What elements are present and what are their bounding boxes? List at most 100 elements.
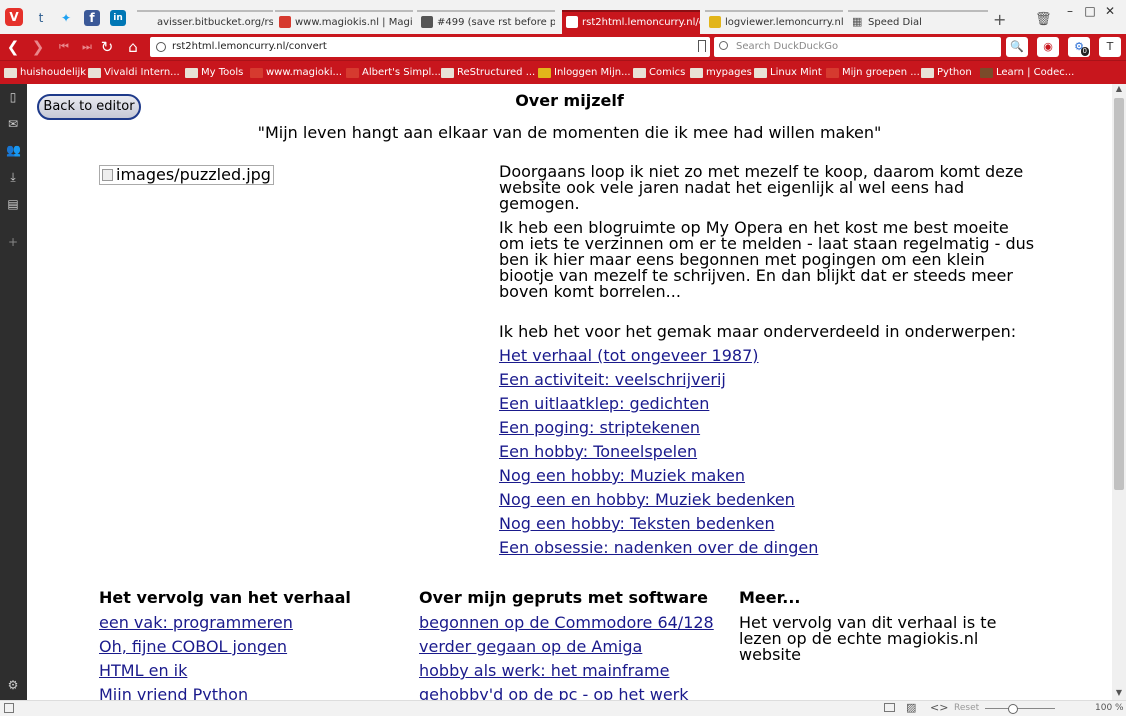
bookmark-label: Linux Mint (770, 67, 822, 78)
topic-link[interactable]: Het verhaal (tot ongeveer 1987) (499, 348, 1039, 364)
bookmark-label: www.magioki... (266, 67, 343, 78)
scroll-up-icon[interactable]: ▲ (1114, 84, 1124, 93)
home-icon[interactable]: ⌂ (124, 38, 142, 56)
story-link[interactable]: Mijn vriend Python (99, 687, 409, 701)
topic-link[interactable]: Nog een hobby: Muziek maken (499, 468, 1039, 484)
tab-magiokis[interactable]: www.magiokis.nl | Magioki (275, 10, 413, 34)
facebook-icon[interactable]: f (84, 10, 100, 26)
bookmarks-panel-icon[interactable]: ▯ (6, 90, 20, 104)
fast-forward-icon[interactable]: ⏭ (78, 38, 96, 56)
toggle-panel-icon[interactable] (4, 703, 14, 713)
bookmark-item[interactable]: My Tools (185, 66, 243, 80)
software-link[interactable]: begonnen op de Commodore 64/128 (419, 615, 729, 631)
groups-icon (826, 68, 839, 78)
topic-link[interactable]: Een uitlaatklep: gedichten (499, 396, 1039, 412)
software-link[interactable]: verder gegaan op de Amiga (419, 639, 729, 655)
contacts-icon[interactable]: 👥 (6, 143, 21, 157)
bookmark-item[interactable]: www.magioki... (250, 66, 342, 80)
bookmark-label: huishoudelijk (20, 67, 87, 78)
bookmark-item[interactable]: Learn | Codec... (980, 66, 1074, 80)
reload-icon[interactable]: ↻ (98, 38, 116, 56)
albert-icon (346, 68, 359, 78)
software-link[interactable]: gehobby'd op de pc - op het werk (419, 687, 729, 701)
topic-link[interactable]: Nog een en hobby: Muziek bedenken (499, 492, 1039, 508)
story-link[interactable]: Oh, fijne COBOL jongen (99, 639, 409, 655)
back-to-editor-button[interactable]: Back to editor (37, 94, 141, 120)
software-link[interactable]: hobby als werk: het mainframe (419, 663, 729, 679)
rewind-icon[interactable]: ⏮ (55, 38, 73, 56)
bookmark-label: Vivaldi Intern... (104, 67, 180, 78)
bookmark-label: Albert's Simpl... (362, 67, 441, 78)
topic-link[interactable]: Een poging: striptekenen (499, 420, 1039, 436)
tab-label: rst2html.lemoncurry.nl/con (582, 17, 700, 28)
page-title: Over mijzelf (515, 91, 624, 110)
tab-issue-499[interactable]: #499 (save rst before previ (417, 10, 555, 34)
tab-speed-dial[interactable]: ▦ Speed Dial (848, 10, 988, 34)
scroll-down-icon[interactable]: ▼ (1114, 688, 1124, 697)
maximize-icon[interactable]: □ (1080, 4, 1100, 18)
story-link[interactable]: een vak: programmeren (99, 615, 409, 631)
settings-gear-icon[interactable]: ⚙ (6, 678, 20, 692)
new-tab-icon[interactable]: + (993, 12, 1007, 28)
tab-avisser[interactable]: avisser.bitbucket.org/rst2h (137, 10, 273, 34)
zoom-reset[interactable]: Reset (954, 703, 979, 713)
bookmark-item[interactable]: Vivaldi Intern... (88, 66, 180, 80)
bookmark-icon[interactable] (698, 40, 706, 52)
topic-link[interactable]: Nog een hobby: Teksten bedenken (499, 516, 1039, 532)
search-field[interactable]: Search DuckDuckGo (714, 37, 1001, 57)
topic-link[interactable]: Een activiteit: veelschrijverij (499, 372, 1039, 388)
zoom-slider[interactable] (985, 708, 1055, 709)
mail-icon[interactable]: ✉ (6, 117, 20, 131)
tab-label: logviewer.lemoncurry.nl/?l (725, 17, 843, 28)
search-placeholder: Search DuckDuckGo (736, 41, 839, 52)
linkedin-icon[interactable]: in (110, 10, 126, 26)
extension-badge-icon[interactable]: ⚙ 0 (1068, 37, 1090, 57)
topics-intro: Ik heb het voor het gemak maar onderverd… (499, 322, 1017, 341)
close-window-icon[interactable]: ✕ (1100, 4, 1120, 18)
bookmark-item[interactable]: huishoudelijk (4, 66, 86, 80)
minimize-icon[interactable]: – (1060, 4, 1080, 18)
zoom-slider-handle[interactable] (1008, 704, 1018, 714)
url-field[interactable]: rst2html.lemoncurry.nl/convert (150, 37, 710, 57)
notes-icon[interactable]: ▤ (6, 197, 20, 211)
tumblr-icon[interactable]: t (33, 10, 49, 26)
twitter-icon[interactable]: ✦ (58, 10, 74, 26)
trash-icon[interactable]: 🗑 (1035, 13, 1052, 27)
logviewer-favicon-icon (709, 16, 721, 28)
bookmark-item[interactable]: Inloggen Mijn... (538, 66, 631, 80)
paragraph: Doorgaans loop ik niet zo met mezelf te … (499, 162, 1024, 213)
topic-link[interactable]: Een hobby: Toneelspelen (499, 444, 1039, 460)
tab-label: #499 (save rst before previ (437, 17, 555, 28)
tab-label: www.magiokis.nl | Magioki (295, 17, 413, 28)
column-heading: Over mijn gepruts met software (419, 588, 708, 607)
search-icon (719, 41, 728, 50)
bookmark-item[interactable]: Mijn groepen ... (826, 66, 920, 80)
ublock-icon[interactable]: ◉ (1037, 37, 1059, 57)
extension-search-icon[interactable]: 🔍 (1006, 37, 1028, 57)
page-scrollbar[interactable]: ▲ ▼ (1112, 84, 1126, 700)
tile-icon[interactable] (884, 703, 895, 712)
site-info-icon[interactable] (156, 42, 166, 52)
image-toggle-icon[interactable]: ▨ (906, 701, 916, 714)
page-actions-icon[interactable]: <> (930, 701, 948, 714)
add-panel-icon[interactable]: + (6, 235, 20, 249)
back-icon[interactable]: ❮ (4, 38, 22, 56)
bookmark-item[interactable]: mypages (690, 66, 752, 80)
translate-icon[interactable]: T (1099, 37, 1121, 57)
forward-icon[interactable]: ❯ (29, 38, 47, 56)
bookmark-item[interactable]: Python (921, 66, 972, 80)
story-link[interactable]: HTML en ik (99, 663, 409, 679)
bookmark-item[interactable]: Linux Mint (754, 66, 822, 80)
topic-link[interactable]: Een obsessie: nadenken over de dingen (499, 540, 1039, 556)
vivaldi-menu-icon[interactable]: V (5, 8, 23, 26)
bitbucket-favicon-icon (421, 16, 433, 28)
folder-icon (185, 68, 198, 78)
bookmark-item[interactable]: Comics (633, 66, 685, 80)
downloads-icon[interactable]: ⤓ (6, 170, 20, 184)
tab-bar: V t ✦ f in avisser.bitbucket.org/rst2h w… (0, 0, 1126, 34)
tab-rst2html[interactable]: rst2html.lemoncurry.nl/con (562, 10, 700, 34)
scrollbar-thumb[interactable] (1114, 98, 1124, 490)
bookmark-item[interactable]: ReStructured ... (441, 66, 535, 80)
bookmark-item[interactable]: Albert's Simpl... (346, 66, 441, 80)
tab-logviewer[interactable]: logviewer.lemoncurry.nl/?l (705, 10, 843, 34)
